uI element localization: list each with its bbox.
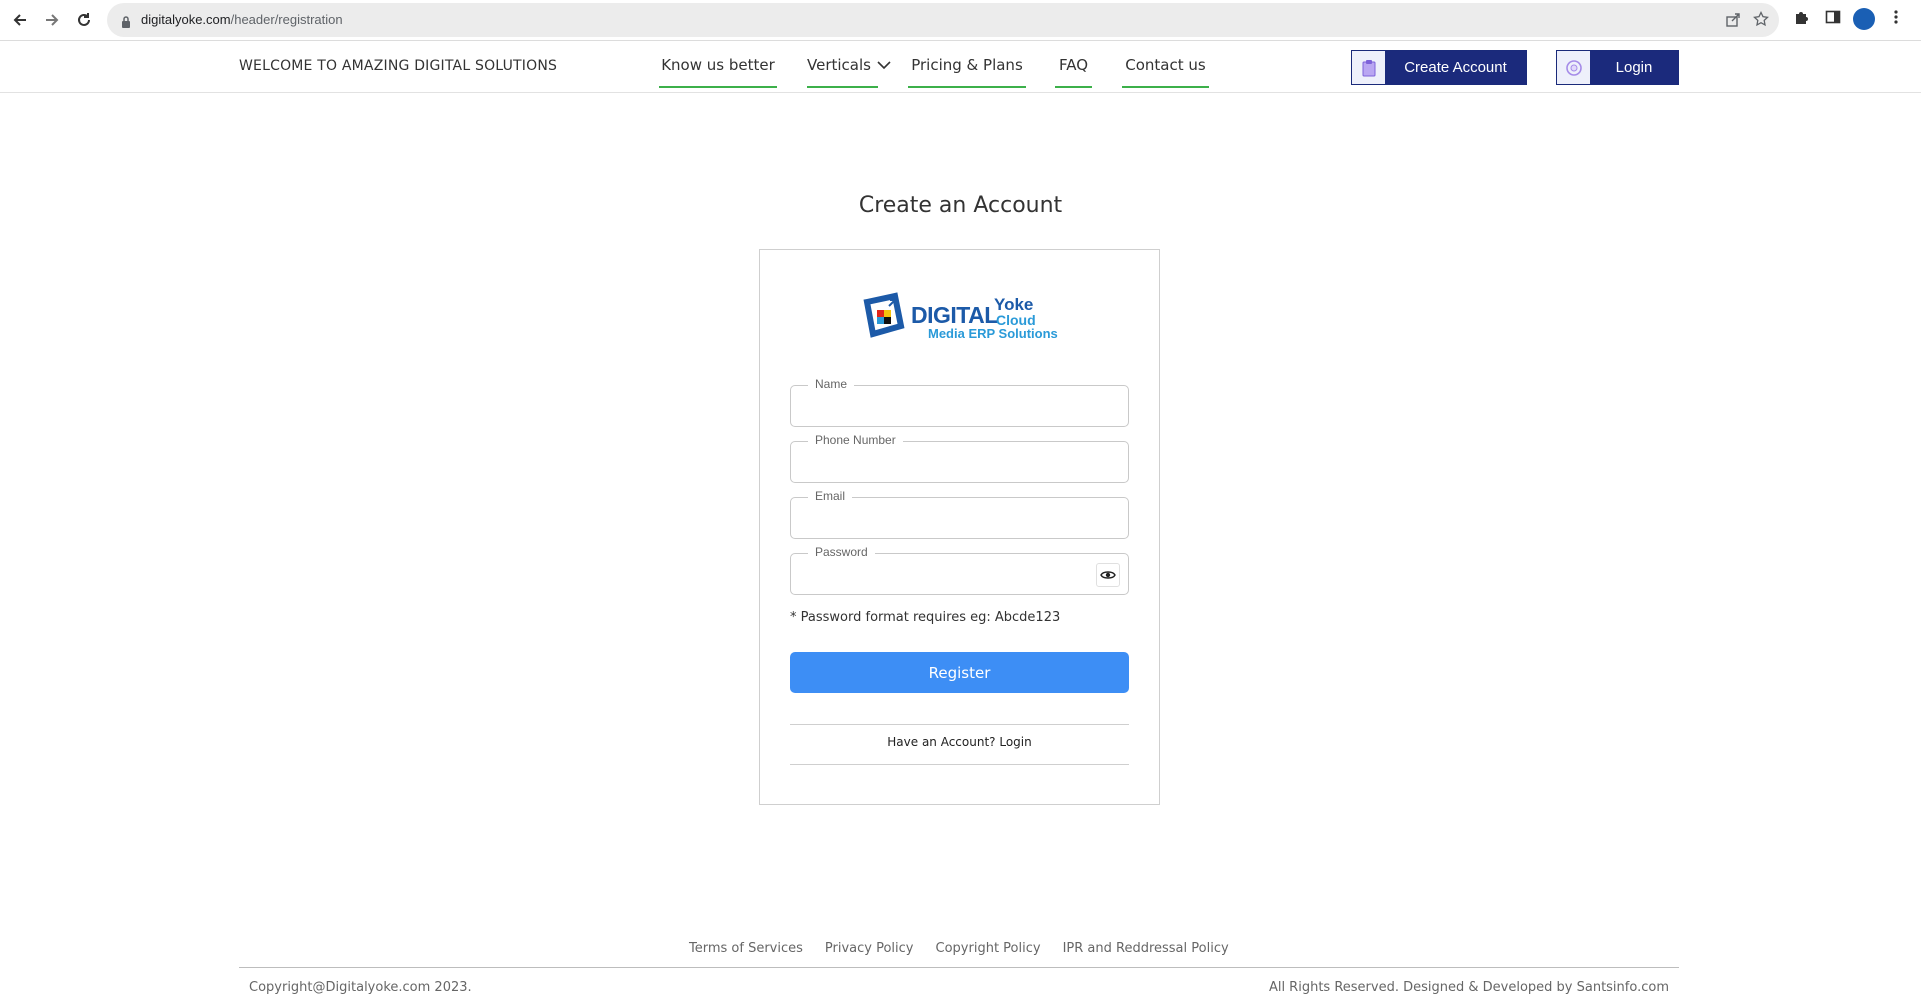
phone-input[interactable] xyxy=(803,452,1103,474)
browser-toolbar: digitalyoke.com/header/registration xyxy=(0,0,1921,41)
nav-verticals-label: Verticals xyxy=(807,56,871,74)
lock-icon[interactable] xyxy=(121,13,131,32)
show-password-eye-icon[interactable] xyxy=(1096,563,1120,587)
password-hint: * Password format requires eg: Abcde123 xyxy=(790,610,1061,625)
logo-mark-icon xyxy=(863,292,905,338)
nav-know-us-better[interactable]: Know us better xyxy=(659,56,777,88)
name-field[interactable]: Name xyxy=(790,377,1129,427)
nav-pricing-plans[interactable]: Pricing & Plans xyxy=(908,56,1026,88)
create-account-label: Create Account xyxy=(1385,51,1526,84)
divider-bottom xyxy=(790,764,1129,765)
footer-rights: All Rights Reserved. Designed & Develope… xyxy=(1268,980,1669,995)
password-label: Password xyxy=(808,545,875,559)
password-field[interactable]: Password xyxy=(790,545,1129,595)
registration-card: DIGITAL Yoke Cloud Media ERP Solutions N… xyxy=(759,249,1160,805)
chevron-down-icon xyxy=(877,56,891,74)
address-bar[interactable]: digitalyoke.com/header/registration xyxy=(107,3,1779,37)
nav-verticals[interactable]: Verticals xyxy=(807,56,891,88)
digitalyoke-logo: DIGITAL Yoke Cloud Media ERP Solutions xyxy=(861,292,1061,344)
share-icon[interactable] xyxy=(1725,12,1741,32)
name-input[interactable] xyxy=(803,396,1103,418)
register-button[interactable]: Register xyxy=(790,652,1129,693)
footer-links: Terms of Services Privacy Policy Copyrig… xyxy=(689,941,1229,956)
forward-icon[interactable] xyxy=(40,8,64,32)
browser-menu-icon[interactable] xyxy=(1893,9,1899,29)
bookmark-star-icon[interactable] xyxy=(1753,10,1769,31)
phone-label: Phone Number xyxy=(808,433,903,447)
name-label: Name xyxy=(808,377,855,391)
site-header: WELCOME TO AMAZING DIGITAL SOLUTIONS Kno… xyxy=(0,41,1921,93)
extensions-puzzle-icon[interactable] xyxy=(1793,9,1809,29)
nav-contact-us[interactable]: Contact us xyxy=(1122,56,1209,88)
nav-faq[interactable]: FAQ xyxy=(1055,56,1092,88)
footer-divider xyxy=(239,967,1679,968)
email-field[interactable]: Email xyxy=(790,489,1129,539)
back-icon[interactable] xyxy=(8,8,32,32)
footer-link-privacy[interactable]: Privacy Policy xyxy=(825,941,914,956)
have-account-login-link[interactable]: Have an Account? Login xyxy=(790,735,1129,749)
login-label: Login xyxy=(1590,51,1678,84)
email-label: Email xyxy=(808,489,853,503)
clipboard-icon xyxy=(1352,51,1385,84)
create-account-button[interactable]: Create Account xyxy=(1351,50,1527,85)
divider-top xyxy=(790,724,1129,725)
password-input[interactable] xyxy=(803,564,1103,586)
url-text: digitalyoke.com/header/registration xyxy=(141,12,343,27)
user-circle-icon xyxy=(1557,51,1590,84)
reload-icon[interactable] xyxy=(72,8,96,32)
login-button[interactable]: Login xyxy=(1556,50,1679,85)
footer-link-ipr[interactable]: IPR and Reddressal Policy xyxy=(1063,941,1229,956)
welcome-text: WELCOME TO AMAZING DIGITAL SOLUTIONS xyxy=(239,58,558,74)
footer-link-terms[interactable]: Terms of Services xyxy=(689,941,803,956)
footer-copyright: Copyright@Digitalyoke.com 2023. xyxy=(249,980,472,995)
side-panel-icon[interactable] xyxy=(1825,9,1841,29)
logo-digital-text: DIGITAL xyxy=(911,302,998,328)
email-input[interactable] xyxy=(803,508,1103,530)
phone-field[interactable]: Phone Number xyxy=(790,433,1129,483)
logo-tagline: Media ERP Solutions xyxy=(928,326,1058,341)
page-title: Create an Account xyxy=(858,193,1063,218)
footer-link-copyright[interactable]: Copyright Policy xyxy=(936,941,1041,956)
profile-avatar[interactable] xyxy=(1853,8,1875,30)
